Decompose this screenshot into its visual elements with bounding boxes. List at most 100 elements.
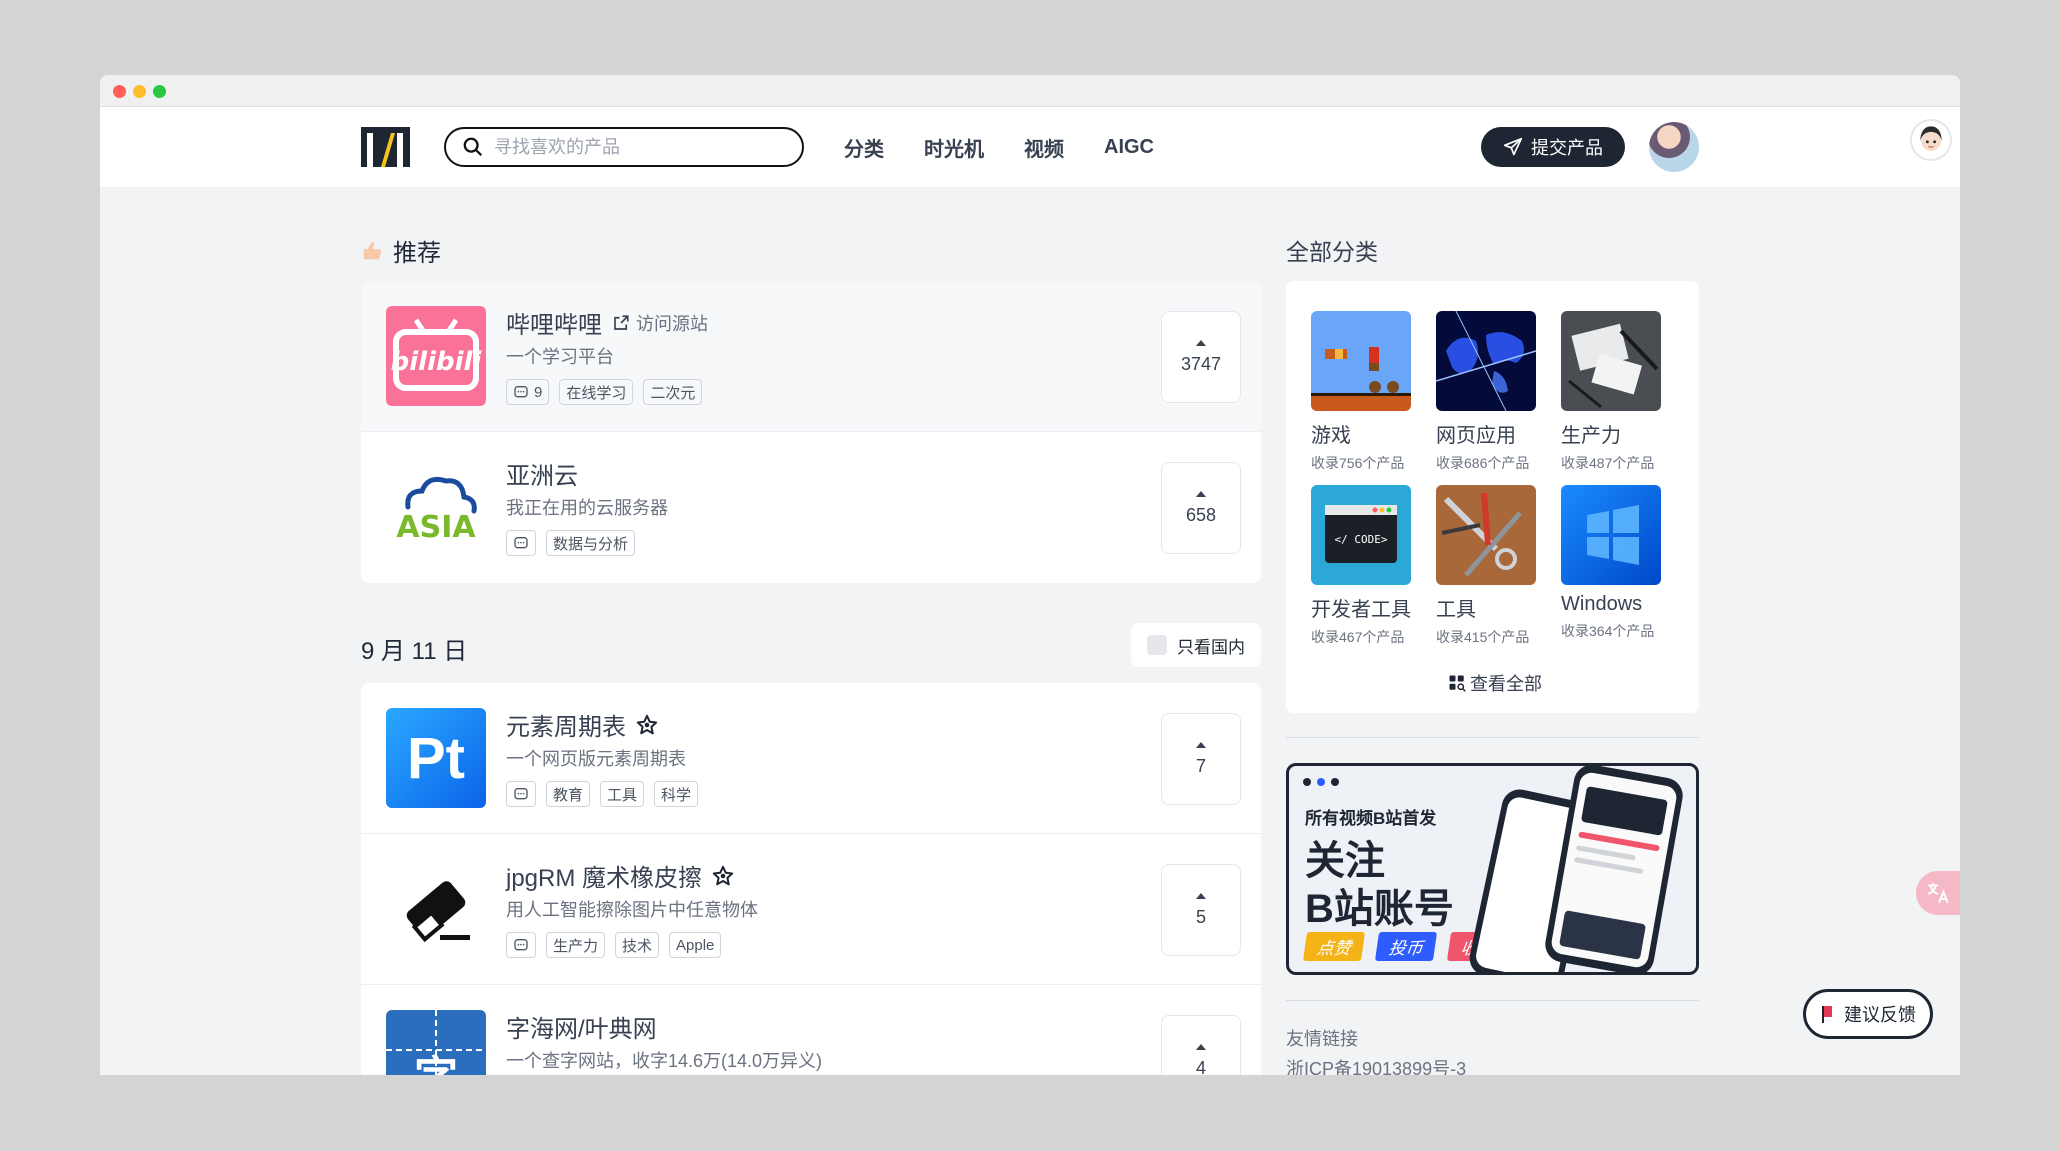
vote-count: 7 (1195, 755, 1206, 776)
vote-count: 5 (1195, 906, 1206, 927)
bilibili-follow-banner[interactable]: 所有视频B站首发 关注 B站账号 点赞 投币 收藏 (1286, 763, 1699, 975)
close-window-button[interactable] (113, 85, 126, 98)
domestic-only-filter[interactable]: 只看国内 (1131, 623, 1261, 667)
tag[interactable]: Apple (669, 932, 722, 958)
tag[interactable]: 生产力 (546, 932, 606, 958)
tag[interactable]: 教育 (546, 781, 591, 807)
thumbs-up-icon (363, 241, 382, 259)
minimize-window-button[interactable] (133, 85, 146, 98)
product-name[interactable]: 亚洲云 (506, 456, 578, 491)
product-description: 我正在用的云服务器 (506, 498, 668, 518)
nav-link-videos[interactable]: 视频 (1024, 133, 1064, 162)
product-name[interactable]: 哔哩哔哩 (506, 305, 602, 340)
comment-count[interactable] (506, 781, 536, 807)
tools-thumbnail (1436, 485, 1536, 585)
product-description: 一个学习平台 (506, 347, 614, 367)
list-item[interactable]: ASIA 亚洲云 我正在用的云服务器 数据与分析 658 (361, 432, 1261, 583)
banner-dots (1303, 778, 1339, 786)
product-name[interactable]: jpgRM 魔术橡皮擦 (506, 858, 702, 893)
send-icon (1503, 137, 1523, 156)
grid-search-icon (1449, 675, 1466, 692)
recommend-list: bilibili 哔哩哔哩 访问源站 一个学习平台 9 在线学习 二次元 374… (361, 281, 1261, 583)
svg-text:bilibili: bilibili (391, 347, 483, 377)
phone-mockup-front (1542, 766, 1686, 972)
bilibili-logo: bilibili (386, 306, 486, 406)
list-item[interactable]: jpgRM 魔术橡皮擦 用人工智能擦除图片中任意物体 生产力 技术 Apple … (361, 834, 1261, 985)
vote-count: 658 (1185, 504, 1217, 525)
coin-pill: 投币 (1374, 932, 1438, 961)
submit-product-button[interactable]: 提交产品 (1481, 127, 1625, 167)
all-categories-heading: 全部分类 (1286, 239, 1378, 265)
tag[interactable]: 技术 (615, 932, 660, 958)
nav-link-time-machine[interactable]: 时光机 (924, 133, 984, 162)
comment-icon (514, 386, 528, 398)
translate-icon[interactable] (1916, 871, 1960, 915)
category-productivity[interactable]: 生产力 收录487个产品 (1561, 311, 1661, 473)
categories-panel: 游戏 收录756个产品 网页应用 收录686个产品 生产力 收录487个产品 <… (1286, 281, 1699, 713)
domestic-only-checkbox[interactable] (1147, 635, 1167, 655)
search-box[interactable] (444, 127, 804, 167)
comment-count[interactable] (506, 530, 536, 556)
periodic-table-logo: Pt (386, 708, 486, 808)
tag[interactable]: 工具 (600, 781, 645, 807)
upvote-button[interactable]: 3747 (1161, 311, 1241, 403)
web-apps-thumbnail (1436, 311, 1536, 411)
top-navigation: 分类 时光机 视频 AIGC 提交产品 (100, 107, 1960, 187)
upvote-button[interactable]: 5 (1161, 864, 1241, 956)
friendly-links-label: 友情链接 (1286, 1029, 1358, 1049)
banner-headline-2: B站账号 (1305, 887, 1454, 931)
external-link-icon (614, 314, 629, 330)
comment-count[interactable] (506, 932, 536, 958)
date-heading: 9 月 11 日 (361, 638, 468, 665)
product-description: 一个网页版元素周期表 (506, 749, 686, 769)
nav-link-aigc[interactable]: AIGC (1104, 136, 1154, 159)
featured-star-icon (712, 865, 734, 885)
feedback-button[interactable]: 建议反馈 (1803, 989, 1933, 1039)
maximize-window-button[interactable] (153, 85, 166, 98)
featured-star-icon (636, 714, 658, 734)
list-item[interactable]: bilibili 哔哩哔哩 访问源站 一个学习平台 9 在线学习 二次元 374… (361, 281, 1261, 432)
product-name[interactable]: 元素周期表 (506, 707, 626, 742)
svg-text:ASIA: ASIA (396, 510, 476, 545)
upvote-button[interactable]: 658 (1161, 462, 1241, 554)
category-windows[interactable]: Windows 收录364个产品 (1561, 485, 1661, 641)
search-input[interactable] (494, 136, 784, 158)
product-name[interactable]: 字海网/叶典网 (506, 1009, 657, 1044)
extension-avatar[interactable] (1910, 119, 1952, 161)
upvote-button[interactable]: 4 (1161, 1015, 1241, 1075)
nav-link-categories[interactable]: 分类 (844, 133, 884, 162)
site-logo[interactable] (361, 127, 410, 167)
banner-subtitle: 所有视频B站首发 (1305, 809, 1437, 828)
svg-text:Pt: Pt (407, 726, 465, 791)
tag[interactable]: 二次元 (643, 379, 703, 405)
svg-text:</ CODE>: </ CODE> (1335, 533, 1388, 546)
visit-source-link[interactable]: 访问源站 (612, 310, 708, 336)
recommend-heading: 推荐 (361, 233, 441, 268)
category-tools[interactable]: 工具 收录415个产品 (1436, 485, 1536, 647)
upvote-arrow-icon (1196, 741, 1206, 748)
tag[interactable]: 数据与分析 (546, 530, 636, 556)
daily-product-list: Pt 元素周期表 一个网页版元素周期表 教育 工具 科学 7 jpgRM 魔术橡… (361, 683, 1261, 1075)
upvote-button[interactable]: 7 (1161, 713, 1241, 805)
asia-cloud-logo: ASIA (386, 457, 486, 557)
category-developer-tools[interactable]: </ CODE> 开发者工具 收录467个产品 (1311, 485, 1411, 647)
like-pill: 点赞 (1302, 932, 1366, 961)
category-games[interactable]: 游戏 收录756个产品 (1311, 311, 1411, 473)
upvote-arrow-icon (1196, 339, 1206, 346)
list-item[interactable]: Pt 元素周期表 一个网页版元素周期表 教育 工具 科学 7 (361, 683, 1261, 834)
vote-count: 4 (1195, 1057, 1206, 1076)
user-avatar[interactable] (1649, 122, 1699, 172)
submit-product-label: 提交产品 (1531, 138, 1603, 158)
category-web-apps[interactable]: 网页应用 收录686个产品 (1436, 311, 1536, 473)
tag[interactable]: 科学 (654, 781, 699, 807)
tag[interactable]: 在线学习 (559, 379, 634, 405)
view-all-categories-link[interactable]: 查看全部 (1448, 670, 1542, 696)
main-nav: 分类 时光机 视频 AIGC (844, 107, 1154, 187)
vote-count: 3747 (1180, 353, 1222, 374)
divider (1286, 737, 1699, 738)
upvote-arrow-icon (1196, 1043, 1206, 1050)
comment-count[interactable]: 9 (506, 379, 550, 405)
upvote-arrow-icon (1196, 892, 1206, 899)
icp-record-link[interactable]: 浙ICP备19013899号-3 (1286, 1055, 1466, 1075)
list-item[interactable]: 字 字海网/叶典网 一个查字网站，收字14.6万(14.0万异义) 4 (361, 985, 1261, 1075)
